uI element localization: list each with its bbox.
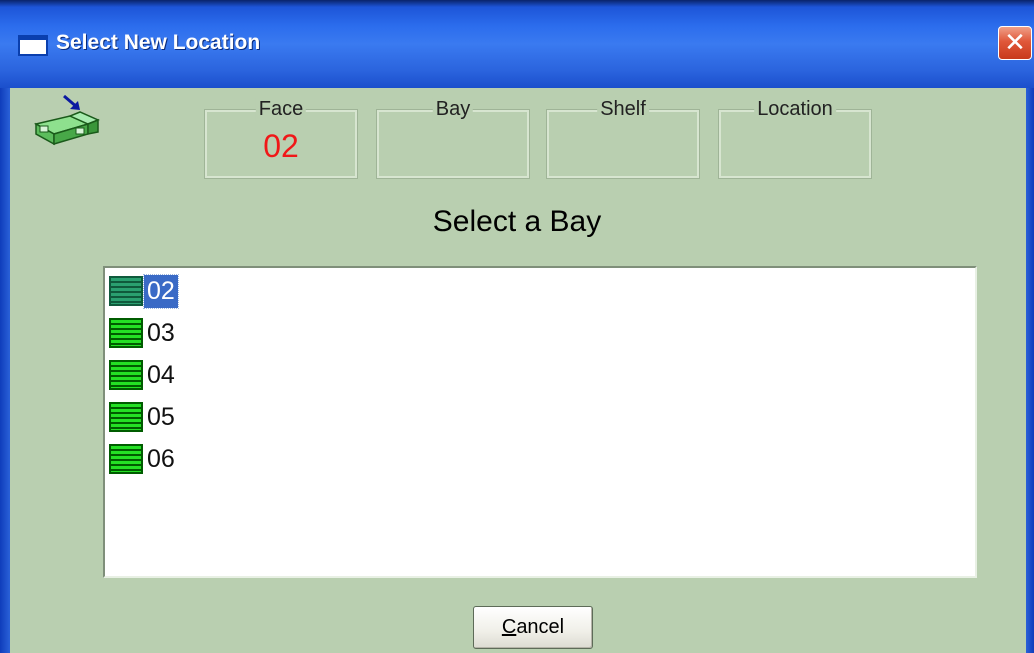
window-frame-right: [1026, 88, 1034, 653]
list-item-bay-03[interactable]: 03: [109, 313, 178, 353]
face-group: Face 02: [204, 98, 358, 179]
bay-label: Bay: [432, 98, 474, 121]
face-value: 02: [263, 128, 299, 164]
cancel-label: ancel: [516, 616, 565, 638]
list-item-bay-06[interactable]: 06: [109, 439, 178, 479]
bay-icon: [109, 444, 143, 474]
bay-label: 04: [147, 360, 175, 389]
list-item-bay-04[interactable]: 04: [109, 355, 178, 395]
close-button[interactable]: ✕: [998, 26, 1032, 60]
bay-label: 06: [147, 444, 175, 473]
select-heading: Select a Bay: [432, 205, 602, 238]
bay-icon: [109, 360, 143, 390]
shelf-location-icon: [33, 94, 100, 146]
window-title: Select New Location: [56, 31, 261, 54]
list-item-bay-02[interactable]: 02: [109, 271, 179, 311]
bay-label-selected: 02: [143, 273, 179, 309]
bay-icon: [109, 402, 143, 432]
cancel-button[interactable]: Cancel: [473, 606, 593, 649]
bay-icon: [109, 318, 143, 348]
list-item-bay-05[interactable]: 05: [109, 397, 178, 437]
window-frame-left: [0, 88, 10, 653]
location-label: Location: [754, 98, 836, 121]
shelf-group: Shelf: [546, 98, 700, 179]
bay-group: Bay: [376, 98, 530, 179]
cancel-mnemonic: C: [501, 616, 517, 638]
select-location-dialog: Select New Location ✕ Face 02 Bay Shelf …: [0, 0, 1034, 653]
bay-label: 03: [147, 318, 175, 347]
shelf-label: Shelf: [597, 98, 649, 121]
window-icon: [18, 35, 48, 56]
face-label: Face: [255, 98, 307, 121]
bay-list[interactable]: 02 03 04 05 06: [103, 266, 977, 578]
bay-icon: [109, 276, 143, 306]
location-group: Location: [718, 98, 872, 179]
bay-label: 05: [147, 402, 175, 431]
title-bar[interactable]: Select New Location ✕: [0, 0, 1034, 88]
